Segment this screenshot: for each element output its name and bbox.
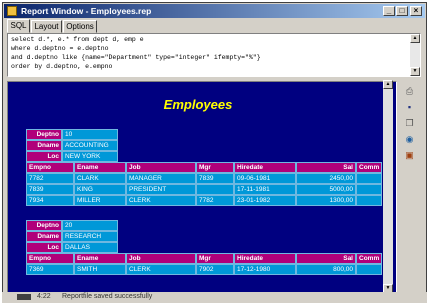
table-cell: 7782	[26, 173, 74, 184]
column-header: Sal	[296, 253, 356, 264]
report-preview: Employees Deptno 10 Dname ACCOUNTING Loc NEW …	[7, 81, 397, 295]
tab-sql[interactable]: SQL	[7, 19, 30, 33]
dept-label: Dname	[26, 140, 62, 151]
app-icon	[7, 6, 17, 16]
table-cell: CLERK	[126, 195, 196, 206]
table-cell	[356, 184, 382, 195]
table-cell: MILLER	[74, 195, 126, 206]
minimize-button[interactable]: _	[383, 6, 395, 16]
sql-line: order by d.deptno, e.empno	[11, 63, 113, 70]
column-header: Job	[126, 162, 196, 173]
table-cell: 7369	[26, 264, 74, 275]
table-cell: 7934	[26, 195, 74, 206]
report-window: Report Window - Employees.rep _ □ × SQL …	[2, 2, 427, 303]
sql-line: and d.deptno like {name="Department" typ…	[11, 54, 261, 61]
table-cell	[196, 184, 234, 195]
export-icon[interactable]: ◉	[404, 134, 415, 145]
table-cell: KING	[74, 184, 126, 195]
table-cell: 7839	[196, 173, 234, 184]
dept-label: Loc	[26, 151, 62, 162]
column-header: Mgr	[196, 162, 234, 173]
column-header: Ename	[74, 253, 126, 264]
table-cell	[356, 195, 382, 206]
table-cell: 7839	[26, 184, 74, 195]
table-cell: 23-01-1982	[234, 195, 296, 206]
report-scrollbar[interactable]: ▲ ▼	[383, 80, 393, 293]
dept-label: Deptno	[26, 129, 62, 140]
dept-label: Loc	[26, 242, 62, 253]
sql-editor[interactable]: select d.*, e.* from dept d, emp e where…	[7, 33, 421, 77]
column-header: Mgr	[196, 253, 234, 264]
table-cell: CLERK	[126, 264, 196, 275]
dept-loc: DALLAS	[62, 242, 118, 253]
book-icon[interactable]: ▣	[404, 150, 415, 161]
dept-loc: NEW YORK	[62, 151, 118, 162]
table-cell: MANAGER	[126, 173, 196, 184]
table-cell: 09-06-1981	[234, 173, 296, 184]
tab-layout[interactable]: Layout	[31, 20, 62, 33]
print-icon[interactable]: ⎙	[404, 86, 415, 97]
table-cell: 2450,00	[296, 173, 356, 184]
report-title: Employees	[163, 97, 233, 112]
table-cell: 17-11-1981	[234, 184, 296, 195]
scroll-up-icon[interactable]: ▲	[383, 80, 393, 89]
table-cell: 5000,00	[296, 184, 356, 195]
dept-deptno: 10	[62, 129, 118, 140]
title-bar: Report Window - Employees.rep _ □ ×	[4, 4, 425, 18]
close-button[interactable]: ×	[410, 6, 422, 16]
table-cell: 1300,00	[296, 195, 356, 206]
status-grip	[17, 294, 31, 300]
column-header: Job	[126, 253, 196, 264]
cursor-position: 4:22	[37, 293, 51, 300]
column-header: Hiredate	[234, 162, 296, 173]
dept-dname: RESEARCH	[62, 231, 118, 242]
column-header: Comm	[356, 253, 382, 264]
dept-label: Deptno	[26, 220, 62, 231]
maximize-button[interactable]: □	[396, 6, 408, 16]
tab-options[interactable]: Options	[63, 20, 97, 33]
column-header: Empno	[26, 162, 74, 173]
status-bar: 4:22 Reportfile saved successfully	[2, 292, 427, 303]
column-header: Ename	[74, 162, 126, 173]
table-cell: 800,00	[296, 264, 356, 275]
scroll-up-icon[interactable]: ▲	[410, 34, 420, 43]
save-icon[interactable]: ▪	[404, 102, 415, 113]
sql-line: where d.deptno = e.deptno	[11, 45, 109, 52]
column-header: Empno	[26, 253, 74, 264]
table-cell: 17-12-1980	[234, 264, 296, 275]
column-header: Comm	[356, 162, 382, 173]
dept-label: Dname	[26, 231, 62, 242]
table-cell: SMITH	[74, 264, 126, 275]
dept-deptno: 20	[62, 220, 118, 231]
sql-scrollbar[interactable]: ▲ ▼	[410, 34, 420, 76]
table-cell: 7902	[196, 264, 234, 275]
table-cell: 7782	[196, 195, 234, 206]
window-title: Report Window - Employees.rep	[21, 6, 152, 16]
dept-dname: ACCOUNTING	[62, 140, 118, 151]
column-header: Sal	[296, 162, 356, 173]
table-cell	[356, 173, 382, 184]
status-message: Reportfile saved successfully	[62, 293, 153, 300]
side-toolbar: ⎙ ▪ ❐ ◉ ▣	[398, 80, 422, 293]
table-cell: PRESIDENT	[126, 184, 196, 195]
table-cell	[356, 264, 382, 275]
copy-icon[interactable]: ❐	[404, 118, 415, 129]
column-header: Hiredate	[234, 253, 296, 264]
scroll-down-icon[interactable]: ▼	[410, 67, 420, 76]
sql-line: select d.*, e.* from dept d, emp e	[11, 36, 144, 43]
table-cell: CLARK	[74, 173, 126, 184]
